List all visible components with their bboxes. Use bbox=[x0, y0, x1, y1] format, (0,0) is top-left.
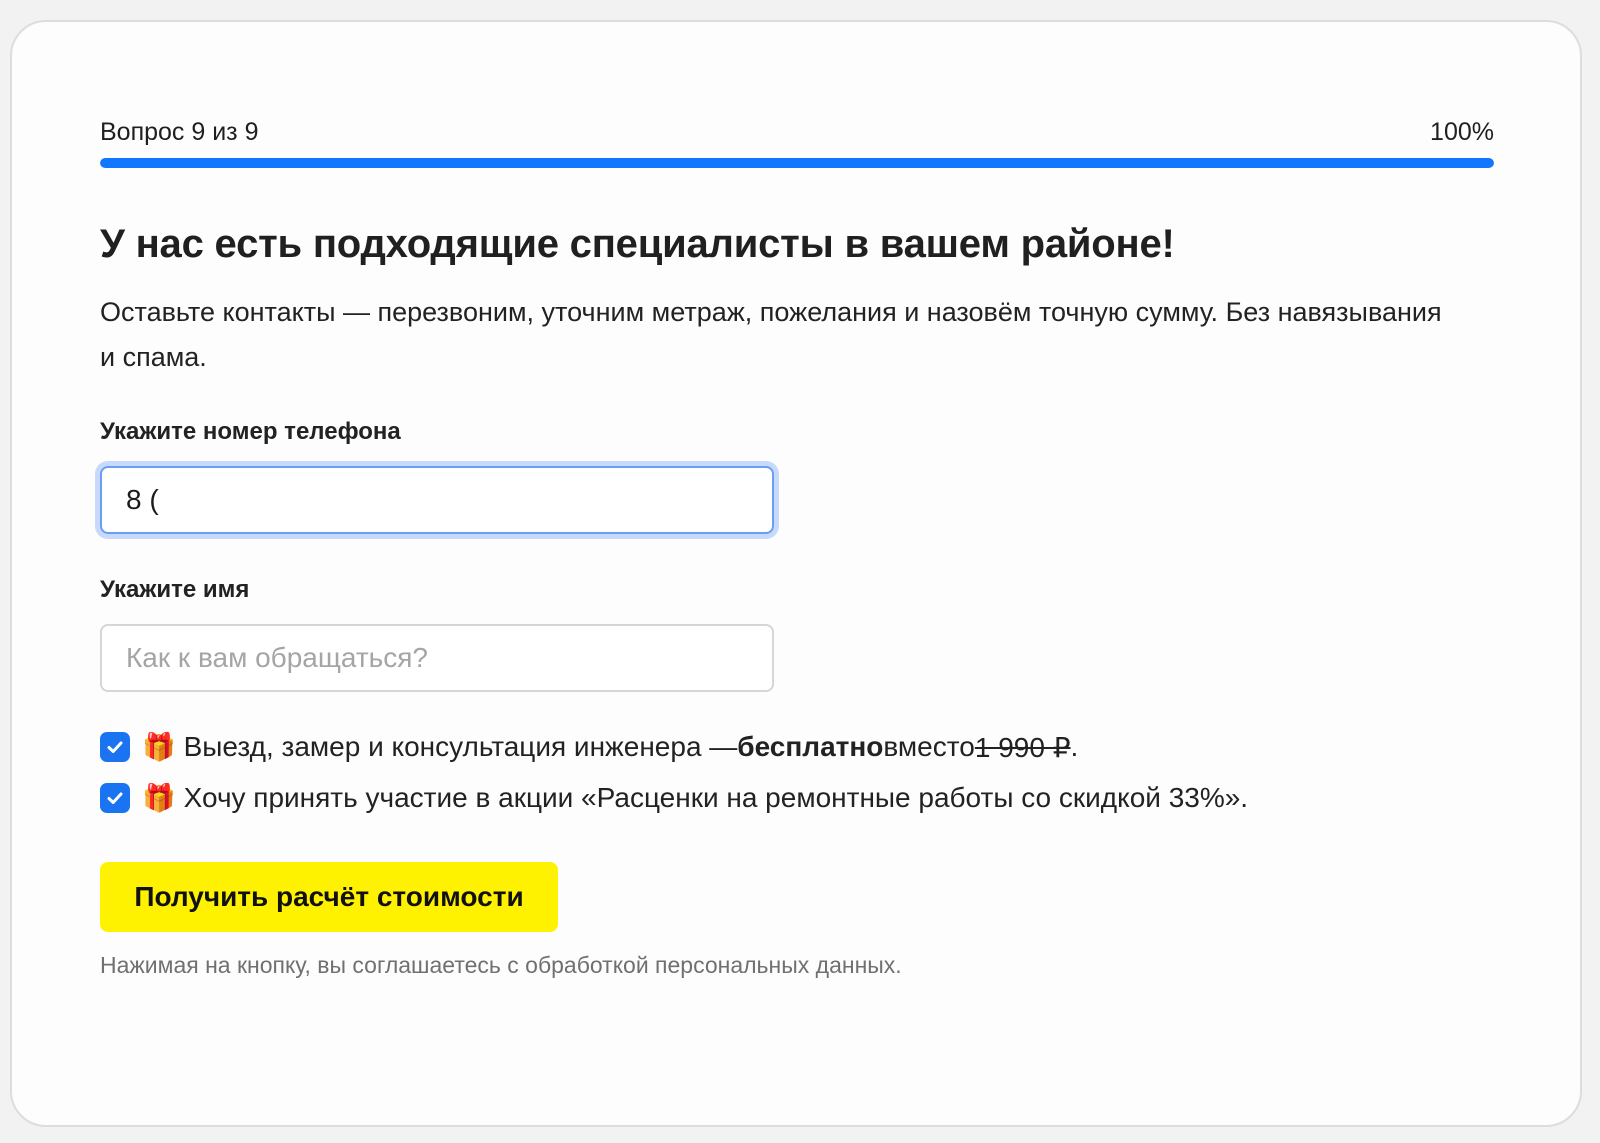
free-visit-text-middle: вместо bbox=[883, 731, 975, 762]
free-visit-option[interactable]: 🎁 Выезд, замер и консультация инженера —… bbox=[100, 727, 1078, 767]
discount-promo-checkbox[interactable] bbox=[100, 783, 130, 813]
consent-note: Нажимая на кнопку, вы соглашаетесь с обр… bbox=[100, 952, 902, 978]
page-title: У нас есть подходящие специалисты в ваше… bbox=[100, 222, 1175, 266]
gift-icon: 🎁 bbox=[142, 782, 176, 813]
progress-bar bbox=[100, 158, 1494, 168]
gift-icon: 🎁 bbox=[142, 731, 176, 762]
free-visit-text-end: . bbox=[1070, 731, 1079, 762]
name-label: Укажите имя bbox=[100, 576, 250, 603]
progress-percent: 100% bbox=[1430, 118, 1494, 146]
free-visit-text-bold: бесплатно bbox=[737, 731, 884, 762]
free-visit-text-start: Выезд, замер и консультация инженера — bbox=[183, 731, 738, 762]
progress-header: Вопрос 9 из 9 100% bbox=[100, 118, 1494, 148]
discount-promo-option[interactable]: 🎁 Хочу принять участие в акции «Расценки… bbox=[100, 778, 1248, 818]
phone-input[interactable] bbox=[100, 466, 774, 534]
page-subtitle: Оставьте контакты — перезвоним, уточним … bbox=[100, 297, 1442, 372]
question-counter: Вопрос 9 из 9 bbox=[100, 118, 259, 146]
old-price: 1 990 ₽ bbox=[974, 731, 1071, 763]
discount-promo-text: Хочу принять участие в акции «Расценки н… bbox=[183, 782, 1249, 813]
name-input[interactable] bbox=[100, 624, 774, 692]
checkmark-icon bbox=[107, 792, 123, 804]
get-estimate-button[interactable]: Получить расчёт стоимости bbox=[100, 862, 558, 932]
phone-label: Укажите номер телефона bbox=[100, 418, 401, 445]
checkmark-icon bbox=[107, 741, 123, 753]
quiz-card: Вопрос 9 из 9 100% У нас есть подходящие… bbox=[10, 20, 1582, 1127]
free-visit-checkbox[interactable] bbox=[100, 732, 130, 762]
progress-bar-fill bbox=[100, 158, 1494, 168]
